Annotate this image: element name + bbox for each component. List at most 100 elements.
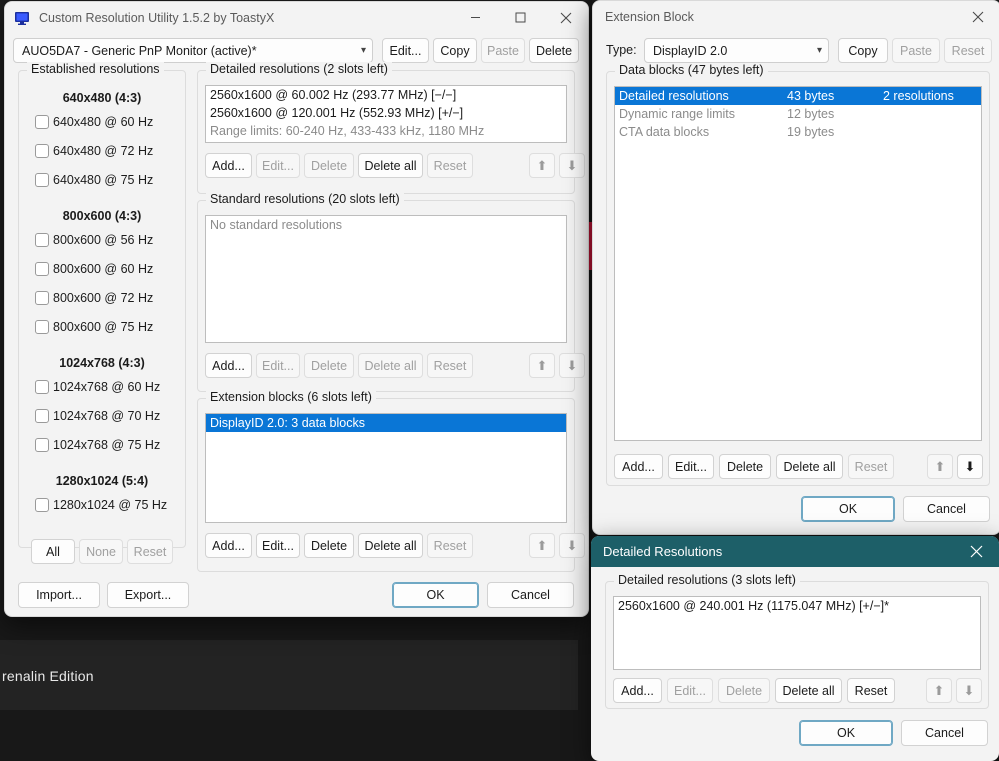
paste-monitor-button[interactable]: Paste	[481, 38, 525, 63]
detailed-window-move-buttons: ⬆ ⬇	[926, 678, 982, 703]
edit-detailed-button[interactable]: Edit...	[256, 153, 300, 178]
arrow-down-icon[interactable]: ⬇	[559, 353, 585, 378]
reset-established-button[interactable]: Reset	[127, 539, 173, 564]
checkbox-1280x1024-75[interactable]: 1280x1024 @ 75 Hz	[35, 498, 185, 512]
checkbox-1024x768-75[interactable]: 1024x768 @ 75 Hz	[35, 438, 185, 452]
main-window-titlebar[interactable]: Custom Resolution Utility 1.5.2 by Toast…	[5, 2, 588, 33]
delete-button[interactable]: Delete	[718, 678, 770, 703]
standard-resolutions-label: Standard resolutions (20 slots left)	[206, 192, 404, 206]
extension-blocks-list[interactable]: DisplayID 2.0: 3 data blocks	[205, 413, 567, 523]
reset-standard-button[interactable]: Reset	[427, 353, 473, 378]
arrow-up-icon[interactable]: ⬆	[926, 678, 952, 703]
copy-extension-button[interactable]: Copy	[838, 38, 888, 63]
maximize-icon[interactable]	[498, 2, 543, 33]
ok-button[interactable]: OK	[801, 496, 895, 522]
add-data-block-button[interactable]: Add...	[614, 454, 663, 479]
reset-button[interactable]: Reset	[847, 678, 895, 703]
arrow-up-icon[interactable]: ⬆	[927, 454, 953, 479]
minimize-icon[interactable]	[453, 2, 498, 33]
reset-extension-button[interactable]: Reset	[944, 38, 992, 63]
checkbox-640x480-72[interactable]: 640x480 @ 72 Hz	[35, 144, 185, 158]
delete-all-standard-button[interactable]: Delete all	[358, 353, 423, 378]
edit-monitor-button[interactable]: Edit...	[382, 38, 429, 63]
data-blocks-label: Data blocks (47 bytes left)	[615, 63, 768, 77]
cancel-button[interactable]: Cancel	[903, 496, 990, 522]
data-block-bytes: 43 bytes	[787, 89, 835, 103]
delete-extension-button[interactable]: Delete	[304, 533, 354, 558]
add-detailed-button[interactable]: Add...	[205, 153, 252, 178]
arrow-up-icon[interactable]: ⬆	[529, 153, 555, 178]
checkbox-icon	[35, 320, 49, 334]
checkbox-800x600-72[interactable]: 800x600 @ 72 Hz	[35, 291, 185, 305]
detailed-window-list[interactable]: 2560x1600 @ 240.001 Hz (1175.047 MHz) [+…	[613, 596, 981, 670]
delete-all-data-blocks-button[interactable]: Delete all	[776, 454, 843, 479]
close-icon[interactable]	[543, 2, 588, 33]
list-item[interactable]: Range limits: 60-240 Hz, 433-433 kHz, 11…	[206, 122, 566, 140]
list-item[interactable]: DisplayID 2.0: 3 data blocks	[206, 414, 566, 432]
extension-blocks-buttons: Add... Edit... Delete Delete all Reset	[205, 533, 473, 558]
close-icon[interactable]	[955, 1, 999, 32]
checkbox-640x480-75[interactable]: 640x480 @ 75 Hz	[35, 173, 185, 187]
ok-button[interactable]: OK	[392, 582, 479, 608]
delete-monitor-button[interactable]: Delete	[529, 38, 579, 63]
add-standard-button[interactable]: Add...	[205, 353, 252, 378]
list-item[interactable]: 2560x1600 @ 60.002 Hz (293.77 MHz) [−/−]	[206, 86, 566, 104]
reset-extension-button[interactable]: Reset	[427, 533, 473, 558]
extension-window-titlebar[interactable]: Extension Block	[593, 1, 999, 32]
delete-all-extension-button[interactable]: Delete all	[358, 533, 423, 558]
checkbox-label: 800x600 @ 56 Hz	[53, 233, 154, 247]
checkbox-icon	[35, 115, 49, 129]
extension-type-select[interactable]: DisplayID 2.0 ▾	[644, 38, 829, 63]
checkbox-1024x768-70[interactable]: 1024x768 @ 70 Hz	[35, 409, 185, 423]
add-extension-button[interactable]: Add...	[205, 533, 252, 558]
delete-standard-button[interactable]: Delete	[304, 353, 354, 378]
ok-button[interactable]: OK	[799, 720, 893, 746]
checkbox-label: 1280x1024 @ 75 Hz	[53, 498, 168, 512]
monitor-select[interactable]: AUO5DA7 - Generic PnP Monitor (active)* …	[13, 38, 373, 63]
edit-extension-button[interactable]: Edit...	[256, 533, 300, 558]
arrow-down-icon[interactable]: ⬇	[956, 678, 982, 703]
import-button[interactable]: Import...	[18, 582, 100, 608]
checkbox-800x600-60[interactable]: 800x600 @ 60 Hz	[35, 262, 185, 276]
section-heading: 800x600 (4:3)	[62, 209, 142, 223]
checkbox-icon	[35, 144, 49, 158]
arrow-up-icon[interactable]: ⬆	[529, 353, 555, 378]
checkbox-label: 800x600 @ 60 Hz	[53, 262, 154, 276]
table-row[interactable]: Dynamic range limits 12 bytes	[615, 105, 981, 123]
delete-detailed-button[interactable]: Delete	[304, 153, 354, 178]
select-all-button[interactable]: All	[31, 539, 75, 564]
edit-button[interactable]: Edit...	[667, 678, 713, 703]
data-blocks-list[interactable]: Detailed resolutions 43 bytes 2 resoluti…	[614, 86, 982, 441]
copy-monitor-button[interactable]: Copy	[433, 38, 477, 63]
chevron-down-icon: ▾	[360, 45, 366, 56]
reset-data-blocks-button[interactable]: Reset	[848, 454, 894, 479]
table-row[interactable]: CTA data blocks 19 bytes	[615, 123, 981, 141]
delete-all-button[interactable]: Delete all	[775, 678, 842, 703]
export-button[interactable]: Export...	[107, 582, 189, 608]
delete-all-detailed-button[interactable]: Delete all	[358, 153, 423, 178]
arrow-up-icon[interactable]: ⬆	[529, 533, 555, 558]
select-none-button[interactable]: None	[79, 539, 123, 564]
list-item[interactable]: 2560x1600 @ 120.001 Hz (552.93 MHz) [+/−…	[206, 104, 566, 122]
cancel-button[interactable]: Cancel	[487, 582, 574, 608]
checkbox-640x480-60[interactable]: 640x480 @ 60 Hz	[35, 115, 185, 129]
checkbox-800x600-75[interactable]: 800x600 @ 75 Hz	[35, 320, 185, 334]
checkbox-800x600-56[interactable]: 800x600 @ 56 Hz	[35, 233, 185, 247]
paste-extension-button[interactable]: Paste	[892, 38, 940, 63]
detailed-window-titlebar[interactable]: Detailed Resolutions	[591, 536, 999, 567]
edit-data-block-button[interactable]: Edit...	[668, 454, 714, 479]
reset-detailed-button[interactable]: Reset	[427, 153, 473, 178]
table-row[interactable]: Detailed resolutions 43 bytes 2 resoluti…	[615, 87, 981, 105]
arrow-down-icon[interactable]: ⬇	[559, 533, 585, 558]
standard-resolutions-list[interactable]: No standard resolutions	[205, 215, 567, 343]
arrow-down-icon[interactable]: ⬇	[559, 153, 585, 178]
add-button[interactable]: Add...	[613, 678, 662, 703]
list-item[interactable]: 2560x1600 @ 240.001 Hz (1175.047 MHz) [+…	[614, 597, 980, 615]
detailed-resolutions-list[interactable]: 2560x1600 @ 60.002 Hz (293.77 MHz) [−/−]…	[205, 85, 567, 143]
edit-standard-button[interactable]: Edit...	[256, 353, 300, 378]
delete-data-block-button[interactable]: Delete	[719, 454, 771, 479]
close-icon[interactable]	[954, 536, 999, 567]
arrow-down-icon[interactable]: ⬇	[957, 454, 983, 479]
cancel-button[interactable]: Cancel	[901, 720, 988, 746]
checkbox-1024x768-60[interactable]: 1024x768 @ 60 Hz	[35, 380, 185, 394]
